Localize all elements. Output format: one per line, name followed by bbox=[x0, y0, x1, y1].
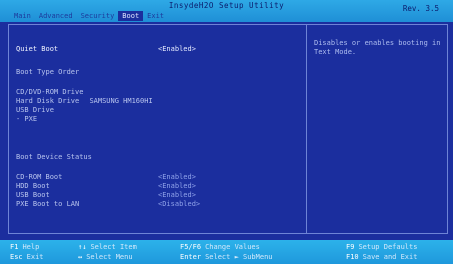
pxe-boot-label[interactable]: PXE Boot to LAN bbox=[16, 200, 79, 208]
key-leftright: ↔ bbox=[78, 253, 83, 261]
key-leftright-desc: Select Menu bbox=[86, 253, 133, 261]
key-submenu: Enter Select ► SubMenu bbox=[180, 253, 273, 261]
key-help: F1 Help bbox=[10, 243, 39, 251]
hdd-boot-label[interactable]: HDD Boot bbox=[16, 182, 50, 190]
hdd-boot-value[interactable]: <Enabled> bbox=[158, 182, 196, 190]
key-esc: Esc bbox=[10, 253, 23, 261]
tab-advanced[interactable]: Advanced bbox=[35, 11, 77, 21]
key-select-item: ↑↓ Select Item bbox=[78, 243, 137, 251]
key-f9-desc: Setup Defaults bbox=[358, 243, 418, 251]
key-f5f6: F5/F6 bbox=[180, 243, 202, 251]
key-f1-desc: Help bbox=[22, 243, 40, 251]
key-exit: Esc Exit bbox=[10, 253, 44, 261]
boot-type-order-heading: Boot Type Order bbox=[16, 68, 80, 76]
boot-order-hdd-label: Hard Disk Drive bbox=[16, 97, 80, 105]
key-esc-desc: Exit bbox=[26, 253, 44, 261]
tab-exit[interactable]: Exit bbox=[143, 11, 168, 21]
quiet-boot-value[interactable]: <Enabled> bbox=[158, 45, 196, 53]
key-updown: ↑↓ bbox=[78, 243, 87, 251]
key-f5f6-desc: Change Values bbox=[205, 243, 260, 251]
boot-order-hdd-model: SAMSUNG HM160HI bbox=[89, 97, 153, 105]
tab-boot[interactable]: Boot bbox=[118, 11, 144, 21]
key-f1: F1 bbox=[10, 243, 19, 251]
tab-security[interactable]: Security bbox=[77, 11, 119, 21]
tab-main[interactable]: Main bbox=[10, 11, 35, 21]
key-change-values: F5/F6 Change Values bbox=[180, 243, 260, 251]
key-help-bar: F1 Help Esc Exit ↑↓ Select Item ↔ Select Men… bbox=[0, 240, 453, 264]
panel-divider bbox=[306, 24, 307, 234]
usb-boot-value[interactable]: <Enabled> bbox=[158, 191, 196, 199]
key-select-menu: ↔ Select Menu bbox=[78, 253, 133, 261]
menu-tabs: Main Advanced Security Boot Exit bbox=[10, 11, 168, 21]
key-updown-desc: Select Item bbox=[90, 243, 137, 251]
key-enter: Enter bbox=[180, 253, 202, 261]
revision-label: Rev. 3.5 bbox=[402, 4, 439, 13]
boot-order-item-pxe[interactable]: - PXE bbox=[16, 115, 37, 123]
app-title: InsydeH2O Setup Utility bbox=[168, 1, 285, 10]
key-f10: F10 bbox=[346, 253, 359, 261]
key-f10-desc: Save and Exit bbox=[362, 253, 418, 261]
key-save-exit: F10 Save and Exit bbox=[346, 253, 417, 261]
cdrom-boot-label[interactable]: CD-ROM Boot bbox=[16, 173, 62, 181]
key-f9: F9 bbox=[346, 243, 355, 251]
pxe-boot-value[interactable]: <Disabled> bbox=[158, 200, 200, 208]
key-setup-defaults: F9 Setup Defaults bbox=[346, 243, 417, 251]
boot-order-item-cd-dvd[interactable]: CD/DVD-ROM Drive bbox=[16, 88, 83, 96]
cdrom-boot-value[interactable]: <Enabled> bbox=[158, 173, 196, 181]
usb-boot-label[interactable]: USB Boot bbox=[16, 191, 50, 199]
title-bar: InsydeH2O Setup Utility Rev. 3.5 Main Ad… bbox=[0, 0, 453, 22]
quiet-boot-label[interactable]: Quiet Boot bbox=[16, 45, 58, 53]
key-enter-desc: Select ► SubMenu bbox=[205, 253, 273, 261]
help-text: Disables or enables booting in Text Mode… bbox=[314, 39, 441, 56]
boot-device-status-heading: Boot Device Status bbox=[16, 153, 92, 161]
boot-order-item-hdd[interactable]: Hard Disk Drive SAMSUNG HM160HI bbox=[16, 97, 153, 105]
boot-order-item-usb[interactable]: USB Drive bbox=[16, 106, 54, 114]
